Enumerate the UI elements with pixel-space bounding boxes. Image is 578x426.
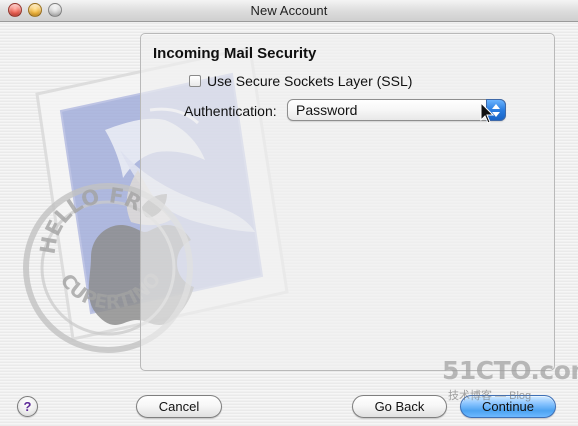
ssl-checkbox[interactable] [189, 75, 201, 87]
stamp-text-top: HELLO FR [36, 183, 146, 256]
authentication-label: Authentication: [184, 103, 277, 119]
window-title: New Account [250, 3, 328, 18]
continue-button[interactable]: Continue [460, 395, 556, 418]
svg-text:HELLO FR: HELLO FR [36, 183, 146, 256]
cancel-button[interactable]: Cancel [136, 395, 222, 418]
section-title: Incoming Mail Security [153, 45, 317, 62]
new-account-window: New Account HELLO FR CUPERTINO, CA [0, 0, 578, 426]
authentication-select[interactable]: Password [287, 99, 506, 121]
authentication-selected-value: Password [296, 102, 358, 118]
window-titlebar[interactable]: New Account [0, 0, 578, 22]
help-button[interactable]: ? [17, 396, 38, 417]
incoming-mail-security-panel: Incoming Mail Security Use Secure Socket… [140, 33, 555, 371]
updown-arrows-icon[interactable] [486, 99, 506, 121]
go-back-button[interactable]: Go Back [352, 395, 447, 418]
ssl-label[interactable]: Use Secure Sockets Layer (SSL) [207, 73, 412, 89]
ssl-option-row[interactable]: Use Secure Sockets Layer (SSL) [189, 72, 412, 90]
